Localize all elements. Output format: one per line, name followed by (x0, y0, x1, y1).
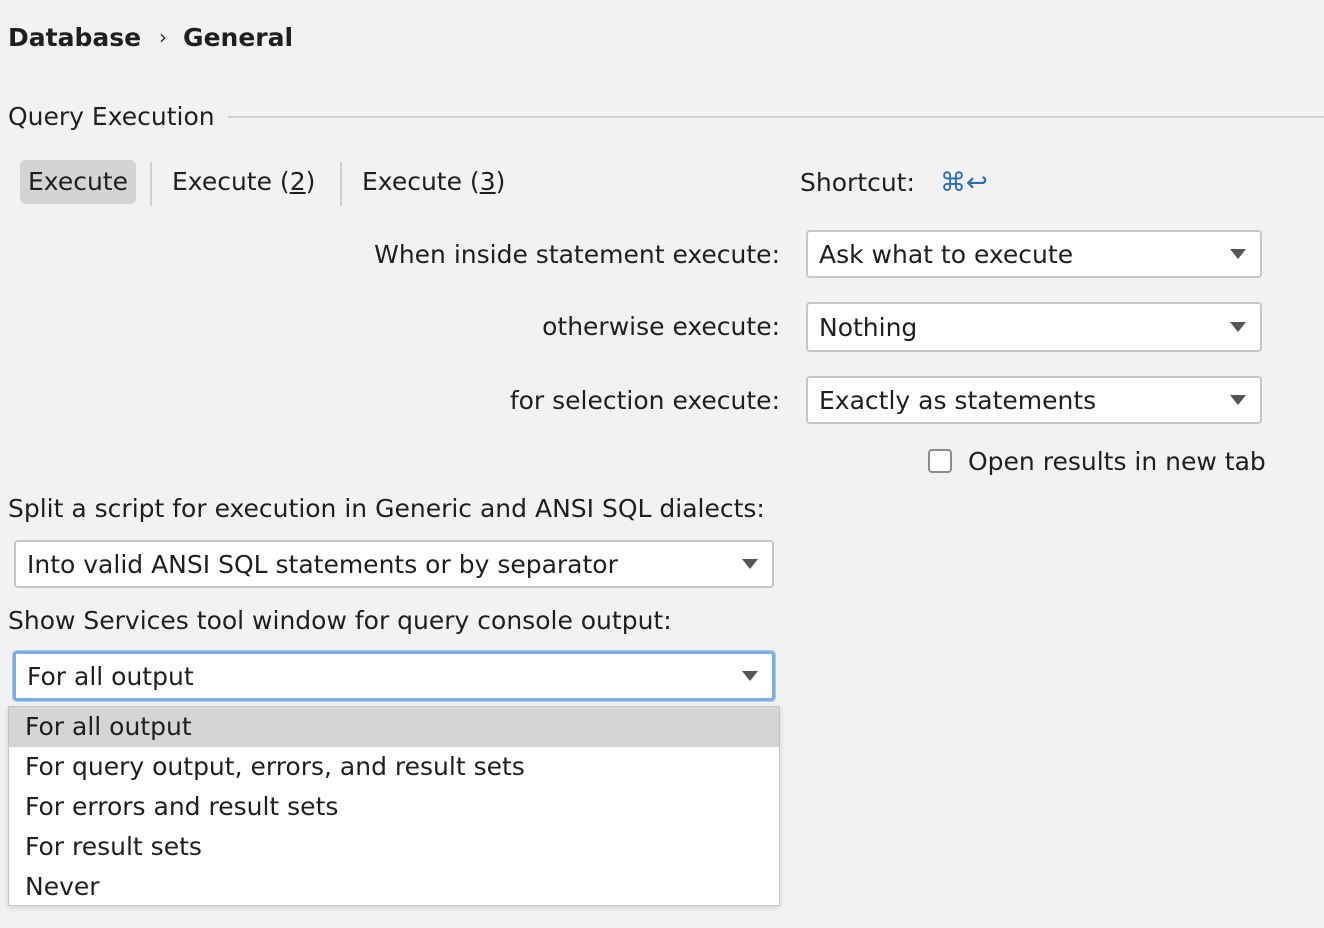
tab-divider (150, 162, 152, 206)
group-title: Query Execution (8, 102, 215, 131)
breadcrumb-separator-icon: › (159, 25, 168, 49)
tab-execute-2[interactable]: Execute (2) (164, 160, 323, 204)
split-script-label: Split a script for execution in Generic … (8, 494, 765, 523)
breadcrumb-current: General (183, 22, 294, 52)
tab-label-suffix: ) (495, 167, 506, 196)
tab-execute[interactable]: Execute (20, 160, 136, 204)
group-divider (228, 116, 1324, 118)
otherwise-combo[interactable]: Nothing (806, 302, 1262, 352)
tab-label-suffix: ) (305, 167, 316, 196)
when-inside-combo[interactable]: Ask what to execute (806, 230, 1262, 278)
chevron-down-icon (742, 559, 758, 569)
tab-label: Execute ( (172, 167, 290, 196)
tab-divider (340, 162, 342, 206)
chevron-down-icon (742, 671, 758, 681)
breadcrumb-parent[interactable]: Database (8, 23, 141, 52)
shortcut-label: Shortcut: (800, 168, 915, 197)
when-inside-label: When inside statement execute: (374, 240, 780, 269)
breadcrumb: Database › General (8, 20, 293, 54)
services-window-popup: For all output For query output, errors,… (8, 706, 780, 906)
services-window-combo[interactable]: For all output (13, 651, 775, 701)
combo-value: Exactly as statements (819, 385, 1097, 415)
tab-mnemonic: 2 (289, 167, 306, 196)
combo-value: For all output (27, 661, 194, 691)
for-selection-combo[interactable]: Exactly as statements (806, 376, 1262, 424)
shortcut-keys[interactable]: ⌘↩ (940, 166, 988, 200)
combo-value: Nothing (819, 312, 918, 342)
open-results-label: Open results in new tab (968, 446, 1266, 476)
tab-mnemonic: 3 (479, 167, 496, 196)
chevron-down-icon (1230, 249, 1246, 259)
popup-option-result-sets[interactable]: For result sets (9, 827, 779, 867)
open-results-checkbox-row[interactable]: Open results in new tab (928, 444, 1266, 478)
for-selection-label: for selection execute: (509, 386, 780, 415)
services-window-label: Show Services tool window for query cons… (8, 606, 672, 635)
tab-label: Execute ( (362, 167, 480, 196)
chevron-down-icon (1230, 395, 1246, 405)
popup-option-errors-result-sets[interactable]: For errors and result sets (9, 787, 779, 827)
open-results-checkbox[interactable] (928, 449, 952, 473)
popup-option-query-errors-result-sets[interactable]: For query output, errors, and result set… (9, 747, 779, 787)
popup-option-never[interactable]: Never (9, 867, 779, 907)
tab-execute-3[interactable]: Execute (3) (354, 160, 513, 204)
tab-label: Execute (28, 167, 128, 196)
split-script-combo[interactable]: Into valid ANSI SQL statements or by sep… (14, 540, 774, 588)
combo-value: Ask what to execute (819, 239, 1074, 269)
otherwise-label: otherwise execute: (542, 312, 780, 341)
popup-option-for-all-output[interactable]: For all output (9, 707, 779, 747)
combo-value: Into valid ANSI SQL statements or by sep… (27, 549, 618, 579)
chevron-down-icon (1230, 322, 1246, 332)
